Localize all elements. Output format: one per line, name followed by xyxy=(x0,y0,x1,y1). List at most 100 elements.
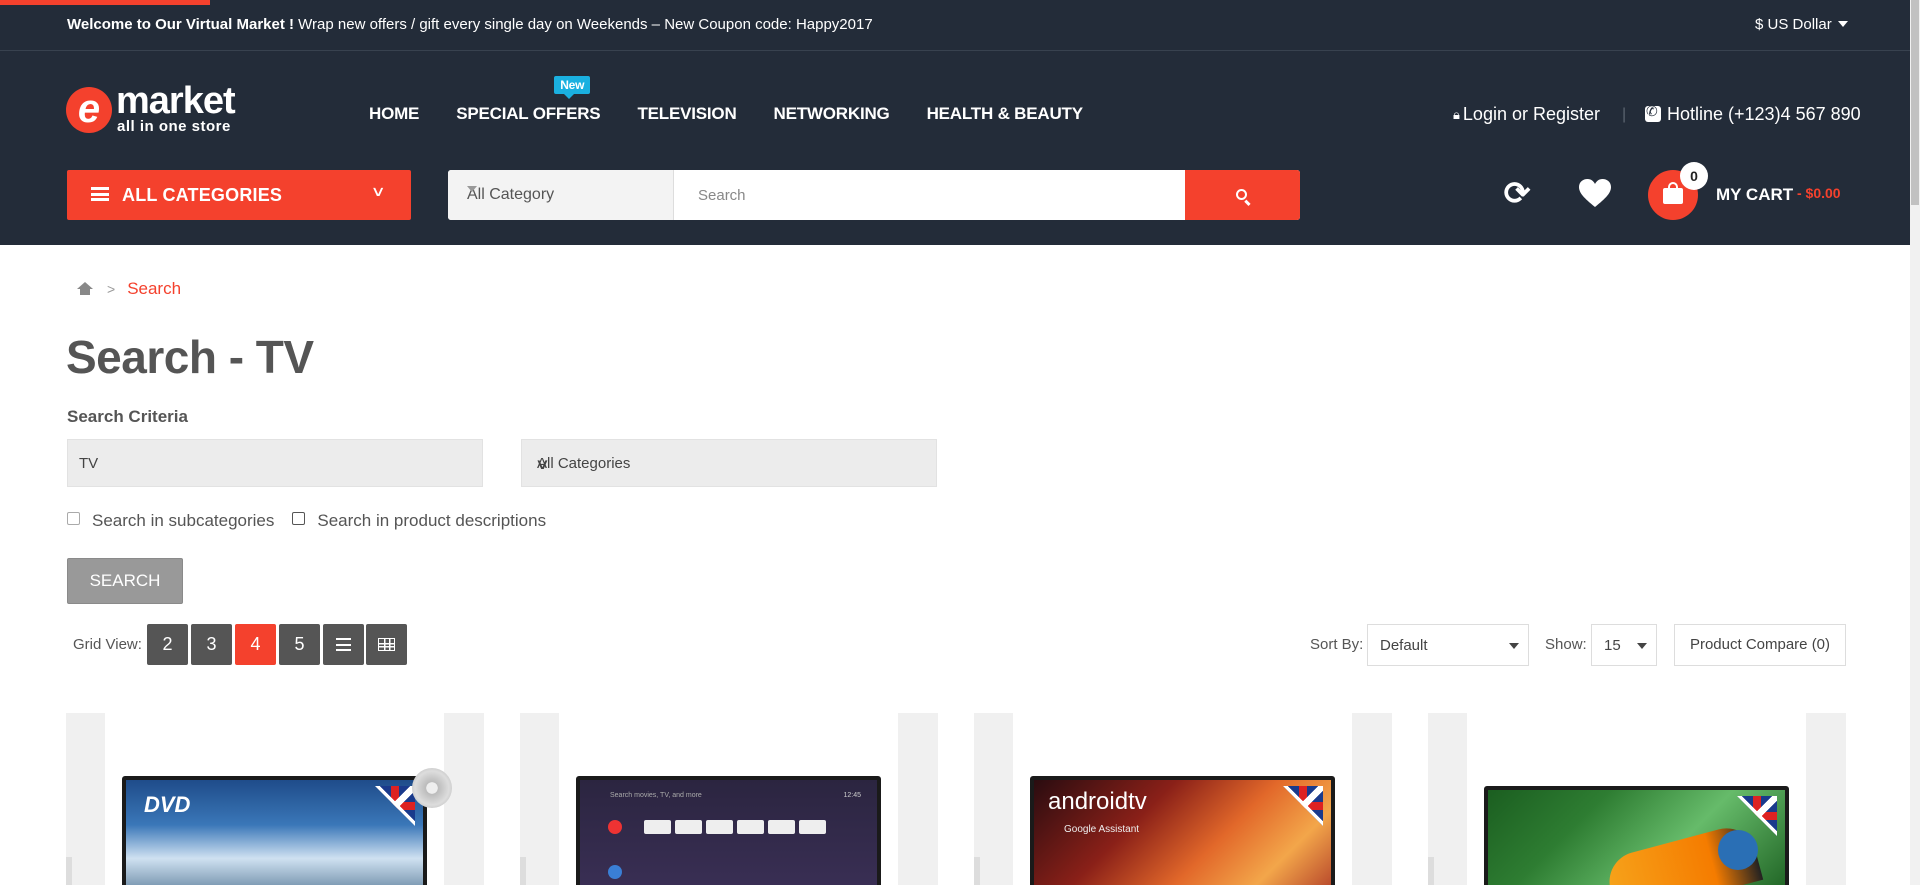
list-icon xyxy=(336,638,351,651)
tv-image: androidtv Google Assistant xyxy=(1030,776,1335,885)
nav-health-beauty[interactable]: HEALTH & BEAUTY xyxy=(927,104,1083,126)
descriptions-label: Search in product descriptions xyxy=(317,511,547,530)
breadcrumb-current[interactable]: Search xyxy=(127,279,181,299)
screen-text: Search movies, TV, and more xyxy=(610,792,702,799)
tv-image: DVD xyxy=(122,776,427,885)
search-icon xyxy=(1236,189,1247,200)
app-row xyxy=(644,820,830,834)
subcategories-checkbox[interactable] xyxy=(67,511,80,525)
logo-word: market xyxy=(116,80,236,122)
nav-special-offers[interactable]: SPECIAL OFFERS New xyxy=(456,76,601,126)
compare-refresh-icon[interactable]: ⟳ xyxy=(1502,177,1532,209)
nav-special-offers-label: SPECIAL OFFERS xyxy=(456,104,601,123)
breadcrumb-separator: > xyxy=(107,281,116,297)
main-nav: HOME SPECIAL OFFERS New TELEVISION NETWOR… xyxy=(369,76,1120,126)
grid-5-button[interactable]: 5 xyxy=(279,624,320,665)
table-icon xyxy=(378,638,395,651)
account-separator: | xyxy=(1622,106,1627,123)
grid-4-button[interactable]: 4 xyxy=(235,624,276,665)
screen-text: DVD xyxy=(144,792,191,817)
show-select[interactable]: 15 xyxy=(1591,624,1657,666)
shopping-bag-icon xyxy=(1663,182,1683,204)
sort-value: Default xyxy=(1380,637,1428,654)
tv-screen xyxy=(1488,790,1785,885)
site-header: Welcome to Our Virtual Market ! Wrap new… xyxy=(0,0,1910,245)
card-edge xyxy=(520,857,526,885)
tv-image: Search movies, TV, and more 12:45 xyxy=(576,776,881,885)
nav-networking[interactable]: NETWORKING xyxy=(774,104,890,126)
product-image[interactable]: DVD xyxy=(105,713,452,885)
card-edge xyxy=(974,857,980,885)
caret-down-icon xyxy=(467,186,477,192)
category-select[interactable]: All Categories ∨ xyxy=(521,439,937,487)
search-category-value: All Category xyxy=(467,186,555,203)
home-icon[interactable] xyxy=(77,282,93,296)
search-input[interactable] xyxy=(674,170,1185,220)
scrollbar-thumb[interactable] xyxy=(1911,0,1919,205)
caret-down-icon xyxy=(1637,643,1647,649)
grid-3-button[interactable]: 3 xyxy=(191,624,232,665)
nav-television[interactable]: TELEVISION xyxy=(637,104,736,126)
product-compare-button[interactable]: Product Compare (0) xyxy=(1674,624,1846,666)
login-register-link[interactable]: 🔒︎ Login or Register xyxy=(1453,104,1600,125)
tv-screen: androidtv Google Assistant xyxy=(1034,780,1331,885)
phone-icon xyxy=(1645,103,1661,122)
app-dot-icon xyxy=(608,865,622,879)
product-card[interactable]: androidtv Google Assistant xyxy=(974,713,1392,885)
grid-view-label: Grid View: xyxy=(73,636,142,653)
product-card[interactable] xyxy=(1428,713,1846,885)
app-dot-icon xyxy=(608,820,622,834)
all-categories-label: ALL CATEGORIES xyxy=(122,185,283,205)
cart-total: - $0.00 xyxy=(1797,185,1841,201)
subcategories-label: Search in subcategories xyxy=(92,511,275,530)
grid-2-button[interactable]: 2 xyxy=(147,624,188,665)
search-submit-button[interactable]: SEARCH xyxy=(67,558,183,604)
search-criteria-heading: Search Criteria xyxy=(67,407,188,426)
wishlist-heart-icon[interactable] xyxy=(1578,178,1612,208)
table-view-button[interactable] xyxy=(366,624,407,665)
cart-count-badge: 0 xyxy=(1680,162,1708,190)
list-view-button[interactable] xyxy=(323,624,364,665)
chevron-down-icon: ∨ xyxy=(534,456,551,473)
currency-selector[interactable]: $ US Dollar xyxy=(1755,16,1848,33)
welcome-text: Wrap new offers / gift every single day … xyxy=(294,16,873,33)
sort-by-label: Sort By: xyxy=(1310,636,1364,653)
uk-flag-icon xyxy=(1283,786,1323,826)
screen-subtext: Google Assistant xyxy=(1064,824,1140,835)
header-search: All Category xyxy=(448,170,1300,220)
keyword-input[interactable] xyxy=(67,439,483,487)
logo[interactable]: e market all in one store xyxy=(66,80,246,136)
breadcrumb: > Search xyxy=(77,279,181,299)
product-card[interactable]: DVD xyxy=(66,713,484,885)
screen-text: androidtv xyxy=(1048,788,1147,815)
product-card[interactable]: Search movies, TV, and more 12:45 xyxy=(520,713,938,885)
lock-icon: 🔒︎ xyxy=(1453,107,1460,122)
login-label: Login or Register xyxy=(1462,104,1600,124)
descriptions-checkbox[interactable] xyxy=(292,511,306,525)
top-bar: Welcome to Our Virtual Market ! Wrap new… xyxy=(0,0,1910,51)
sort-select[interactable]: Default xyxy=(1367,624,1529,666)
search-category-select[interactable]: All Category xyxy=(448,170,674,220)
search-button[interactable] xyxy=(1185,170,1300,220)
tv-screen: Search movies, TV, and more 12:45 xyxy=(580,780,877,885)
all-categories-button[interactable]: ALL CATEGORIES ∨ xyxy=(67,170,411,220)
category-select-value: All Categories xyxy=(537,455,631,472)
hotline: Hotline (+123)4 567 890 xyxy=(1645,103,1861,125)
tv-image xyxy=(1484,786,1789,885)
logo-mark: e xyxy=(66,87,112,133)
logo-tagline: all in one store xyxy=(117,118,231,135)
product-image[interactable]: androidtv Google Assistant xyxy=(1013,713,1352,885)
welcome-message: Welcome to Our Virtual Market ! Wrap new… xyxy=(67,16,873,33)
nav-home[interactable]: HOME xyxy=(369,104,419,126)
card-edge xyxy=(1428,857,1434,885)
my-cart-label[interactable]: MY CART xyxy=(1716,185,1793,205)
caret-down-icon xyxy=(1837,21,1848,27)
currency-label: $ US Dollar xyxy=(1755,16,1832,33)
product-image[interactable] xyxy=(1467,713,1806,885)
welcome-bold: Welcome to Our Virtual Market ! xyxy=(67,16,294,33)
uk-flag-icon xyxy=(375,786,415,826)
chevron-down-icon: ∨ xyxy=(370,183,386,199)
product-image[interactable]: Search movies, TV, and more 12:45 xyxy=(559,713,898,885)
toucan-eye xyxy=(1718,830,1758,870)
card-edge xyxy=(66,857,72,885)
